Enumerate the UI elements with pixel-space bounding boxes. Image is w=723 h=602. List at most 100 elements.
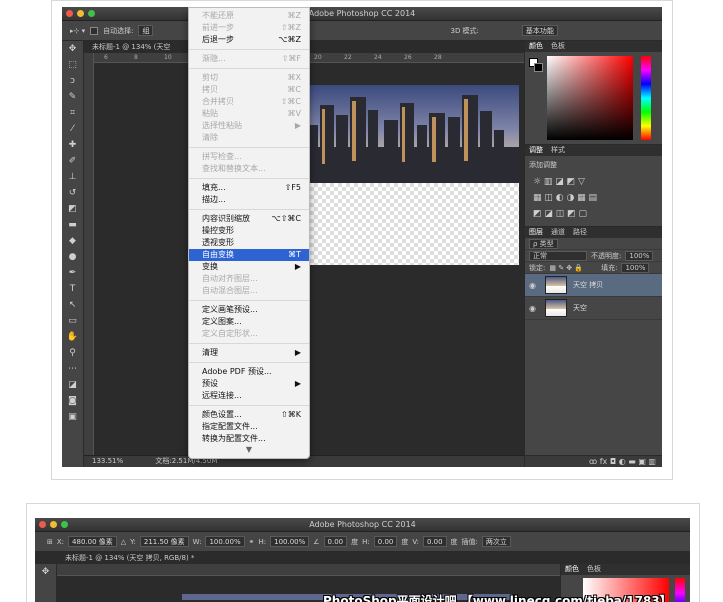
document-tab[interactable]: 未标题-1 @ 134% (天空 拷贝, RGB/8) * — [35, 552, 690, 564]
pen-tool-icon[interactable]: ✒ — [62, 265, 83, 281]
menu-item[interactable]: 预设 ▶ — [189, 378, 309, 390]
interpolation-dropdown[interactable]: 两次立 — [481, 536, 511, 547]
color-picker — [525, 52, 662, 144]
menu-scroll-down-icon[interactable]: ▼ — [189, 445, 309, 455]
menu-item[interactable]: 定义画笔预设... — [189, 304, 309, 316]
layer-thumbnail — [545, 299, 567, 317]
layers-footer-icons[interactable]: ꝏ fx ◘ ◐ ▬ ▣ ▥ — [525, 455, 662, 467]
layer-row-sky[interactable]: ◉ 天空 — [525, 297, 662, 320]
menu-item[interactable]: 变换 ▶ — [189, 261, 309, 273]
more-tools-icon[interactable]: ⋯ — [62, 361, 83, 377]
hue-slider[interactable] — [675, 578, 685, 602]
menu-item[interactable]: 填充... ⇧F5 — [189, 182, 309, 194]
path-select-tool-icon[interactable]: ↖ — [62, 297, 83, 313]
width-field[interactable]: 100.00% — [205, 536, 245, 547]
layer-row-sky-copy[interactable]: ◉ 天空 拷贝 — [525, 274, 662, 297]
tab-color[interactable]: 颜色 — [529, 41, 543, 52]
menu-item[interactable]: 描边... — [189, 194, 309, 206]
saturation-value-field[interactable] — [547, 56, 633, 140]
menu-item[interactable]: 内容识别缩放 ⌥⇧⌘C — [189, 213, 309, 225]
adjustment-icons-row-2[interactable]: ▦ ◫ ◐ ◑ ▦ ▤ — [525, 190, 662, 206]
tab-adjustments[interactable]: 调整 — [529, 145, 543, 156]
tab-swatches[interactable]: 色板 — [551, 41, 565, 52]
menu-item[interactable]: 颜色设置... ⇧⌘K — [189, 409, 309, 421]
move-tool-icon[interactable]: ✥ — [35, 564, 56, 580]
menu-item-label: 渐隐... — [202, 54, 226, 63]
layer-filter-dropdown[interactable]: ρ 类型 — [529, 238, 558, 249]
hand-tool-icon[interactable]: ✋ — [62, 329, 83, 345]
quick-mask-icon[interactable]: ◙ — [62, 393, 83, 409]
menu-item-label: 自由变换 — [202, 250, 234, 259]
photoshop-window: Adobe Photoshop CC 2014 ▸⊹ ▾ 自动选择: 组 3D … — [62, 7, 662, 467]
menu-item-label: 清除 — [202, 133, 218, 142]
opacity-field[interactable]: 100% — [625, 250, 654, 261]
auto-select-dropdown[interactable]: 组 — [138, 25, 154, 36]
menu-item-label: 指定配置文件... — [202, 422, 258, 431]
move-tool-preset[interactable]: ▸⊹ ▾ — [70, 27, 85, 35]
eye-icon[interactable]: ◉ — [529, 281, 539, 290]
tab-channels[interactable]: 通道 — [551, 227, 565, 238]
auto-select-checkbox[interactable] — [90, 26, 99, 35]
eraser-tool-icon[interactable]: ◩ — [62, 201, 83, 217]
fg-bg-swatches[interactable] — [529, 58, 543, 72]
reference-point-icon[interactable]: ⊞ — [47, 538, 53, 546]
link-icon[interactable]: ⚭ — [249, 538, 255, 546]
zoom-tool-icon[interactable]: ⚲ — [62, 345, 83, 361]
dodge-tool-icon[interactable]: ● — [62, 249, 83, 265]
history-brush-icon[interactable]: ↺ — [62, 185, 83, 201]
menu-item[interactable]: Adobe PDF 预设... — [189, 366, 309, 378]
tab-paths[interactable]: 路径 — [573, 227, 587, 238]
adjustment-icons-row-1[interactable]: ☼ ▥ ◪ ◩ ▽ — [525, 174, 662, 190]
zoom-readout[interactable]: 133.51% — [92, 457, 123, 465]
stamp-tool-icon[interactable]: ⊥ — [62, 169, 83, 185]
blur-tool-icon[interactable]: ◆ — [62, 233, 83, 249]
menu-item-label: 选择性粘贴 — [202, 121, 242, 130]
menu-item[interactable]: 后退一步 ⌥⌘Z — [189, 34, 309, 46]
tab-styles[interactable]: 样式 — [551, 145, 565, 156]
y-field[interactable]: 211.50 像素 — [139, 536, 189, 547]
screen-mode-icon[interactable]: ▣ — [62, 409, 83, 425]
lock-icons[interactable]: ▦ ✎ ✥ 🔒 — [549, 264, 583, 272]
menu-item[interactable]: 远程连接... — [189, 390, 309, 402]
vskew-field[interactable]: 0.00 — [422, 536, 447, 547]
x-field[interactable]: 480.00 像素 — [68, 536, 117, 547]
shape-tool-icon[interactable]: ▭ — [62, 313, 83, 329]
blend-mode-dropdown[interactable]: 正常 — [529, 250, 587, 261]
menu-item[interactable]: 操控变形 — [189, 225, 309, 237]
menu-item[interactable]: 透视变形 — [189, 237, 309, 249]
ruler-tick-label: 28 — [434, 54, 442, 61]
crop-tool-icon[interactable]: ⌗ — [62, 105, 83, 121]
menu-item[interactable]: 转换为配置文件... — [189, 433, 309, 445]
lock-row: 锁定: ▦ ✎ ✥ 🔒 填充: 100% — [525, 262, 662, 274]
height-field[interactable]: 100.00% — [270, 536, 310, 547]
gradient-tool-icon[interactable]: ▬ — [62, 217, 83, 233]
healing-tool-icon[interactable]: ✚ — [62, 137, 83, 153]
opacity-label: 不透明度: — [591, 251, 622, 260]
lasso-tool-icon[interactable]: ↄ — [62, 73, 83, 89]
workspace-dropdown[interactable]: 基本功能 — [521, 25, 558, 36]
hue-slider[interactable] — [641, 56, 651, 140]
angle-field[interactable]: 0.00 — [323, 536, 348, 547]
type-tool-icon[interactable]: T — [62, 281, 83, 297]
delta-icon[interactable]: △ — [121, 538, 126, 546]
tab-color[interactable]: 颜色 — [565, 564, 579, 575]
menu-item[interactable]: 自由变换 ⌘T — [189, 249, 309, 261]
tab-layers[interactable]: 图层 — [529, 227, 543, 238]
color-swatches-icon[interactable]: ◪ — [62, 377, 83, 393]
marquee-tool-icon[interactable]: ⬚ — [62, 57, 83, 73]
hskew-field[interactable]: 0.00 — [373, 536, 398, 547]
document-canvas[interactable] — [294, 85, 519, 265]
auto-select-label: 自动选择: — [103, 26, 134, 35]
hskew-label: H: — [362, 537, 370, 546]
menu-item[interactable]: 清理 ▶ — [189, 347, 309, 359]
eyedropper-tool-icon[interactable]: ⁄ — [62, 121, 83, 137]
tab-swatches[interactable]: 色板 — [587, 564, 601, 575]
fill-field[interactable]: 100% — [621, 262, 650, 273]
eye-icon[interactable]: ◉ — [529, 304, 539, 313]
brush-tool-icon[interactable]: ✐ — [62, 153, 83, 169]
menu-item[interactable]: 指定配置文件... — [189, 421, 309, 433]
quick-select-tool-icon[interactable]: ✎ — [62, 89, 83, 105]
menu-item[interactable]: 定义图案... — [189, 316, 309, 328]
adjustment-icons-row-3[interactable]: ◩ ◪ ◫ ◩ ▢ — [525, 206, 662, 222]
move-tool-icon[interactable]: ✥ — [62, 41, 83, 57]
